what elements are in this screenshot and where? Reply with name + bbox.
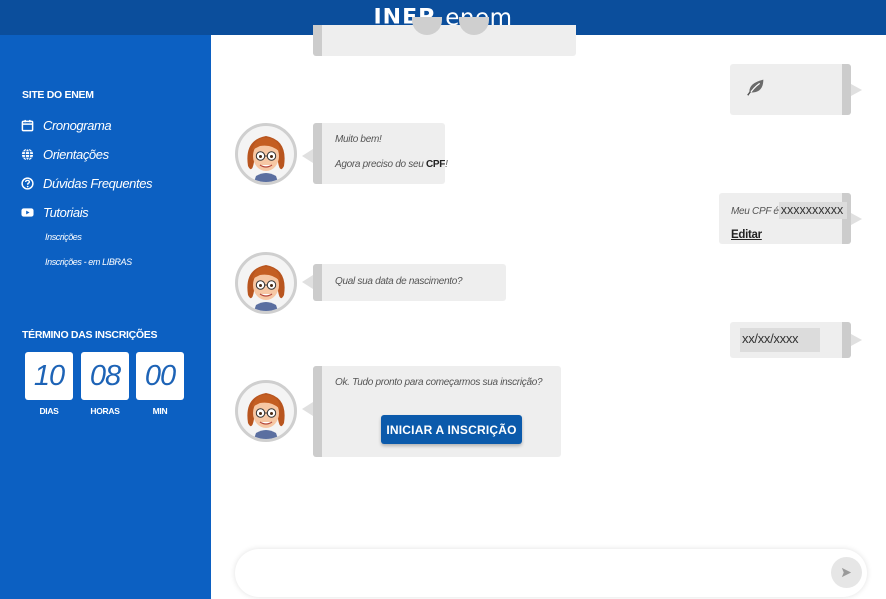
bot-avatar	[235, 252, 297, 314]
option-circle	[412, 17, 442, 35]
woman-avatar-icon	[247, 393, 285, 439]
chat-bubble-partial	[313, 17, 576, 56]
countdown-days-label: DIAS	[39, 406, 59, 416]
bot-message-text: Ok. Tudo pronto para começarmos sua insc…	[335, 377, 543, 388]
bot-message-birthdate-request: Qual sua data de nascimento?	[302, 264, 506, 301]
date-field: xx/xx/xxxx	[740, 328, 820, 352]
countdown-days: 10	[25, 352, 73, 400]
bot-message-text: Agora preciso do seu CPF!	[335, 159, 448, 170]
message-composer	[235, 549, 867, 597]
sidebar-item-duvidas[interactable]: Dúvidas Frequentes	[21, 176, 153, 191]
sidebar-item-orientacoes[interactable]: Orientações	[21, 147, 109, 162]
sidebar-item-tutoriais[interactable]: Tutoriais	[21, 205, 89, 220]
woman-avatar-icon	[247, 136, 285, 182]
send-arrow-icon	[841, 567, 852, 578]
sidebar-subitem-inscricoes-libras[interactable]: Inscrições - em LIBRAS	[45, 257, 132, 267]
globe-icon	[21, 148, 34, 161]
sidebar-item-cronograma[interactable]: Cronograma	[21, 118, 112, 133]
bot-avatar	[235, 123, 297, 185]
woman-avatar-icon	[247, 265, 285, 311]
sidebar-item-label: Dúvidas Frequentes	[43, 176, 153, 191]
countdown-minutes-label: MIN	[152, 406, 168, 416]
sidebar: SITE DO ENEM Cronograma Orientações Dúvi…	[0, 35, 211, 599]
text-prefix: Agora preciso do seu	[335, 159, 426, 170]
bot-avatar	[235, 380, 297, 442]
cpf-prefix: Meu CPF é	[731, 206, 779, 217]
youtube-play-icon	[21, 208, 34, 217]
user-bubble-cpf: Meu CPF é xxxxxxxxxx Editar	[719, 193, 862, 244]
countdown-heading: TÉRMINO DAS INSCRIÇÕES	[22, 329, 158, 341]
option-circle	[459, 17, 489, 35]
countdown-minutes: 00	[136, 352, 184, 400]
countdown-hours-label: HORAS	[90, 406, 120, 416]
bot-message-ready: Ok. Tudo pronto para começarmos sua insc…	[302, 366, 561, 457]
text-bold: CPF	[425, 159, 446, 170]
send-button[interactable]	[831, 557, 862, 588]
sidebar-subitem-inscricoes[interactable]: Inscrições	[45, 232, 82, 242]
start-registration-button[interactable]: INICIAR A INSCRIÇÃO	[381, 415, 522, 444]
sidebar-heading: SITE DO ENEM	[22, 89, 94, 101]
edit-link[interactable]: Editar	[731, 229, 762, 241]
message-input[interactable]	[257, 561, 817, 585]
question-circle-icon	[21, 177, 34, 190]
date-value: xx/xx/xxxx	[742, 331, 799, 346]
chat-panel: .chat > .bubble-bot:first-child::before{…	[211, 17, 886, 599]
user-bubble-date: xx/xx/xxxx	[730, 322, 862, 358]
bot-message-text: Muito bem!	[335, 134, 382, 145]
countdown-hours: 08	[81, 352, 129, 400]
leaf-icon	[747, 79, 764, 96]
sidebar-item-label: Cronograma	[43, 118, 112, 133]
text-suffix: !	[445, 159, 448, 170]
user-message-text: Meu CPF é xxxxxxxxxx	[731, 202, 848, 219]
sidebar-item-label: Orientações	[43, 147, 109, 162]
user-bubble-leaf	[730, 64, 862, 115]
sidebar-item-label: Tutoriais	[43, 205, 89, 220]
bot-message-cpf-request: Muito bem! Agora preciso do seu CPF!	[302, 123, 448, 184]
bot-message-text: Qual sua data de nascimento?	[335, 276, 463, 287]
calendar-icon	[21, 119, 34, 132]
cpf-value: xxxxxxxxxx	[778, 202, 848, 219]
